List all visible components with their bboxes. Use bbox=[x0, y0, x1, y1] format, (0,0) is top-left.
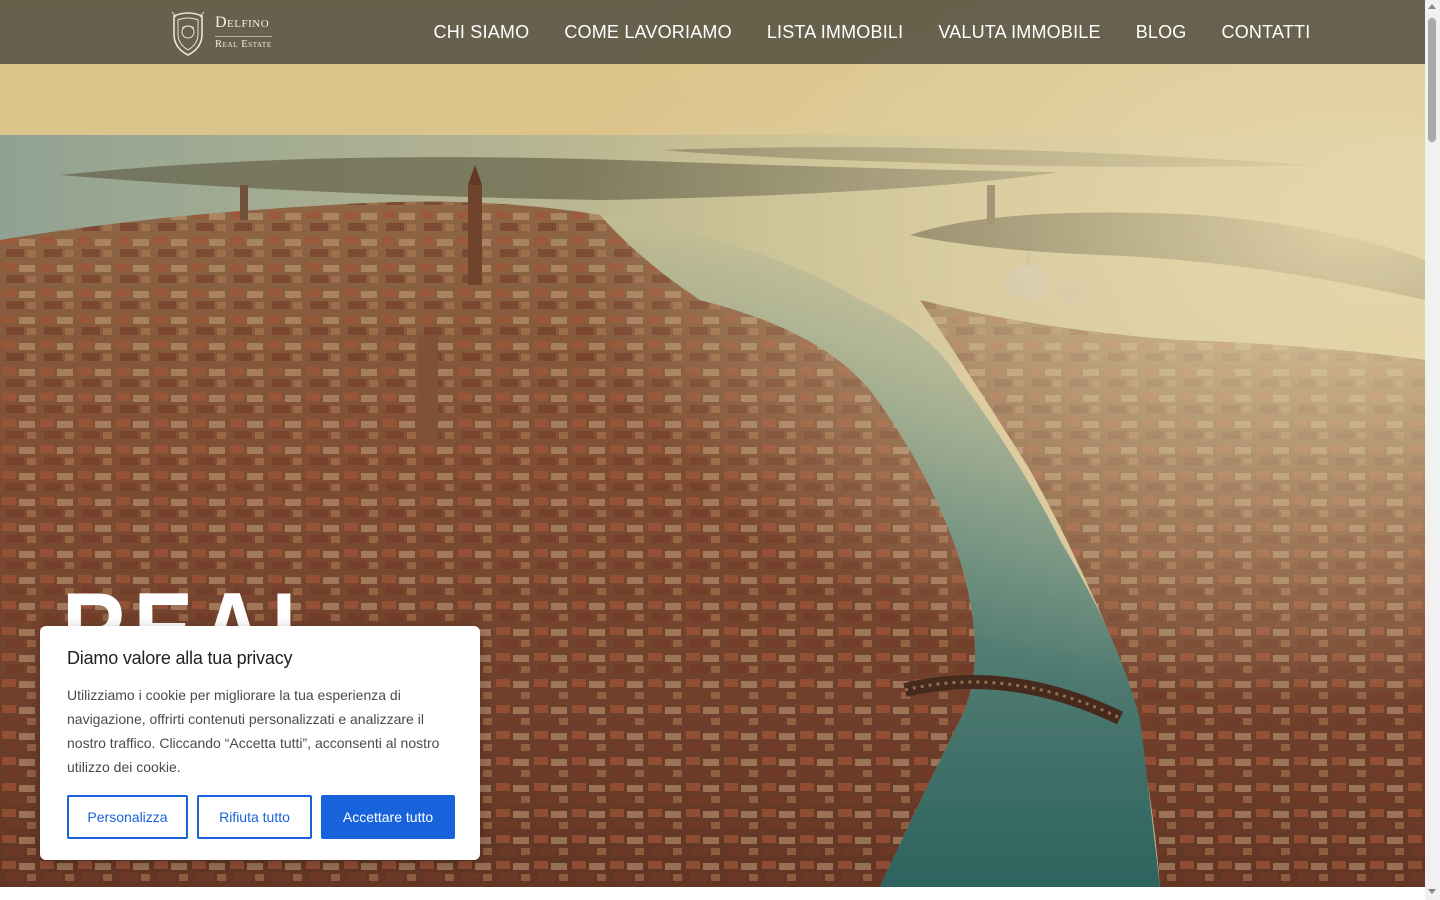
nav-item-lista-immobili[interactable]: LISTA IMMOBILI bbox=[749, 0, 921, 64]
brand-wordmark: Delfino Real Estate bbox=[215, 15, 272, 51]
scrollbar-thumb[interactable] bbox=[1428, 18, 1436, 142]
vertical-scrollbar[interactable] bbox=[1425, 0, 1440, 900]
customize-button[interactable]: Personalizza bbox=[67, 795, 188, 839]
cookie-consent-banner: Diamo valore alla tua privacy Utilizziam… bbox=[40, 626, 480, 860]
brand-name: Delfino bbox=[215, 14, 270, 32]
cookie-actions: Personalizza Rifiuta tutto Accettare tut… bbox=[67, 795, 455, 839]
site-header: Delfino Real Estate CHI SIAMO COME LAVOR… bbox=[0, 0, 1425, 64]
cookie-title: Diamo valore alla tua privacy bbox=[67, 648, 293, 668]
scroll-down-arrow-icon[interactable] bbox=[1428, 889, 1436, 894]
cookie-description: Utilizziamo i cookie per migliorare la t… bbox=[67, 687, 440, 775]
main-nav: CHI SIAMO COME LAVORIAMO LISTA IMMOBILI … bbox=[416, 0, 1328, 64]
nav-item-valuta-immobile[interactable]: VALUTA IMMOBILE bbox=[921, 0, 1118, 64]
brand-logo[interactable]: Delfino Real Estate bbox=[168, 8, 272, 58]
nav-item-blog[interactable]: BLOG bbox=[1118, 0, 1204, 64]
nav-item-come-lavoriamo[interactable]: COME LAVORIAMO bbox=[547, 0, 750, 64]
scroll-up-arrow-icon[interactable] bbox=[1428, 4, 1436, 9]
reject-all-button[interactable]: Rifiuta tutto bbox=[197, 795, 312, 839]
brand-tagline: Real Estate bbox=[215, 36, 272, 51]
accept-all-button[interactable]: Accettare tutto bbox=[321, 795, 455, 839]
crest-icon bbox=[171, 11, 205, 56]
page-content-start bbox=[0, 887, 1425, 900]
nav-item-contatti[interactable]: CONTATTI bbox=[1204, 0, 1328, 64]
nav-item-chi-siamo[interactable]: CHI SIAMO bbox=[416, 0, 547, 64]
